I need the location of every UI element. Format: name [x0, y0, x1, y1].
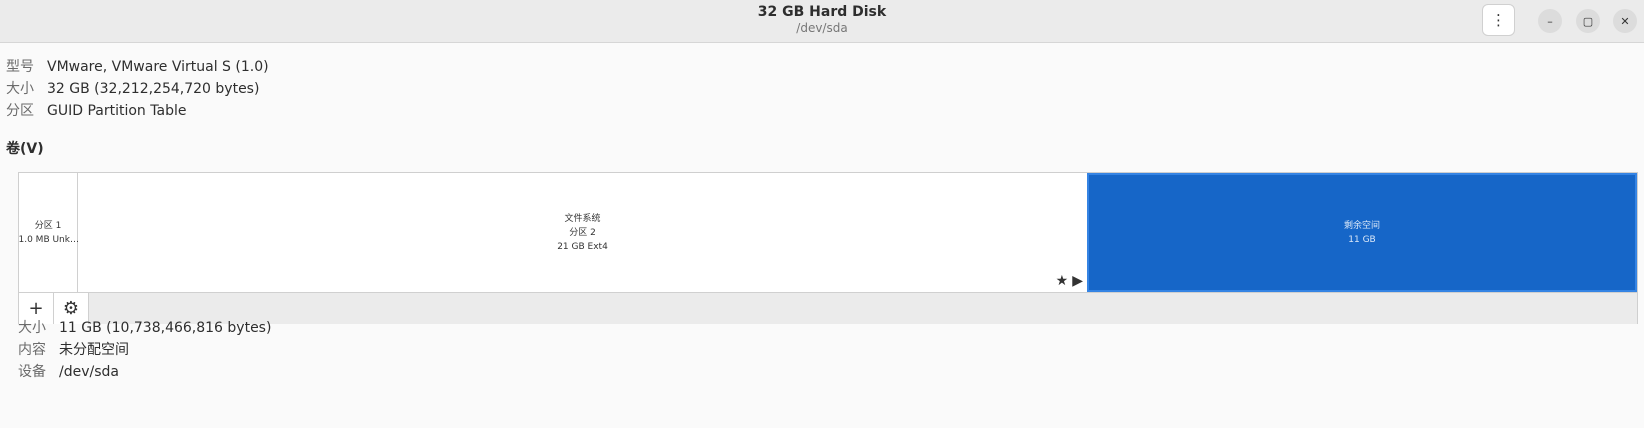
plus-icon: + [28, 298, 44, 319]
close-button[interactable]: ✕ [1613, 9, 1637, 33]
header-bar: 32 GB Hard Disk /dev/sda ⋮ – ▢ ✕ [0, 0, 1644, 43]
title-box: 32 GB Hard Disk /dev/sda [0, 3, 1644, 36]
maximize-button[interactable]: ▢ [1576, 9, 1600, 33]
segment-2-name: 分区 2 [569, 227, 596, 238]
play-icon: ▶ [1072, 273, 1083, 289]
model-value: VMware, VMware Virtual S (1.0) [47, 59, 269, 75]
kebab-menu-icon: ⋮ [1491, 11, 1506, 29]
segment-1-name: 分区 1 [34, 220, 62, 231]
window-title: 32 GB Hard Disk [757, 4, 887, 20]
selected-device-key: 设备 [18, 364, 46, 380]
partitioning-key: 分区 [6, 103, 34, 119]
selected-info-row-device: 设备 /dev/sda [18, 361, 271, 383]
selected-size-key: 大小 [18, 320, 46, 336]
disk-info-row-size: 大小 32 GB (32,212,254,720 bytes) [6, 78, 269, 100]
size-value: 32 GB (32,212,254,720 bytes) [47, 81, 260, 97]
segment-2-detail: 21 GB Ext4 [557, 241, 608, 252]
segment-3-detail: 11 GB [1348, 234, 1376, 245]
partitioning-value: GUID Partition Table [47, 103, 187, 119]
segment-partition-1[interactable]: 分区 1 1.0 MB Unk… [19, 173, 78, 292]
menu-button[interactable]: ⋮ [1482, 4, 1515, 36]
disk-info-row-partitioning: 分区 GUID Partition Table [6, 100, 269, 122]
maximize-icon: ▢ [1582, 14, 1594, 28]
segment-2-icons: ★ ▶ [1056, 274, 1083, 288]
selected-contents-key: 内容 [18, 342, 46, 358]
size-key: 大小 [6, 81, 34, 97]
model-key: 型号 [6, 59, 34, 75]
segment-3-name: 剩余空间 [1343, 220, 1380, 231]
segment-free-space[interactable]: 剩余空间 11 GB [1087, 173, 1637, 292]
volumes-heading: 卷(V) [6, 141, 44, 157]
close-icon: ✕ [1620, 14, 1630, 28]
volume-segments: 分区 1 1.0 MB Unk… 文件系统 分区 2 21 GB Ext4 ★ … [19, 173, 1637, 292]
volume-map: 分区 1 1.0 MB Unk… 文件系统 分区 2 21 GB Ext4 ★ … [18, 172, 1638, 324]
disk-info-row-model: 型号 VMware, VMware Virtual S (1.0) [6, 56, 269, 78]
minimize-button[interactable]: – [1538, 9, 1562, 33]
selected-device-value: /dev/sda [59, 364, 119, 380]
disk-info: 型号 VMware, VMware Virtual S (1.0) 大小 32 … [6, 56, 269, 122]
selected-info-row-contents: 内容 未分配空间 [18, 339, 271, 361]
selected-info-row-size: 大小 11 GB (10,738,466,816 bytes) [18, 317, 271, 339]
window-subtitle: /dev/sda [796, 21, 848, 35]
star-icon: ★ [1055, 273, 1069, 289]
segment-2-type: 文件系统 [564, 213, 601, 224]
segment-1-detail: 1.0 MB Unk… [18, 234, 78, 245]
gear-icon: ⚙ [62, 298, 80, 319]
segment-partition-2[interactable]: 文件系统 分区 2 21 GB Ext4 ★ ▶ [78, 173, 1087, 292]
selected-volume-info: 大小 11 GB (10,738,466,816 bytes) 内容 未分配空间… [18, 317, 271, 383]
minimize-icon: – [1547, 14, 1553, 28]
selected-contents-value: 未分配空间 [59, 342, 129, 358]
selected-size-value: 11 GB (10,738,466,816 bytes) [59, 320, 272, 336]
